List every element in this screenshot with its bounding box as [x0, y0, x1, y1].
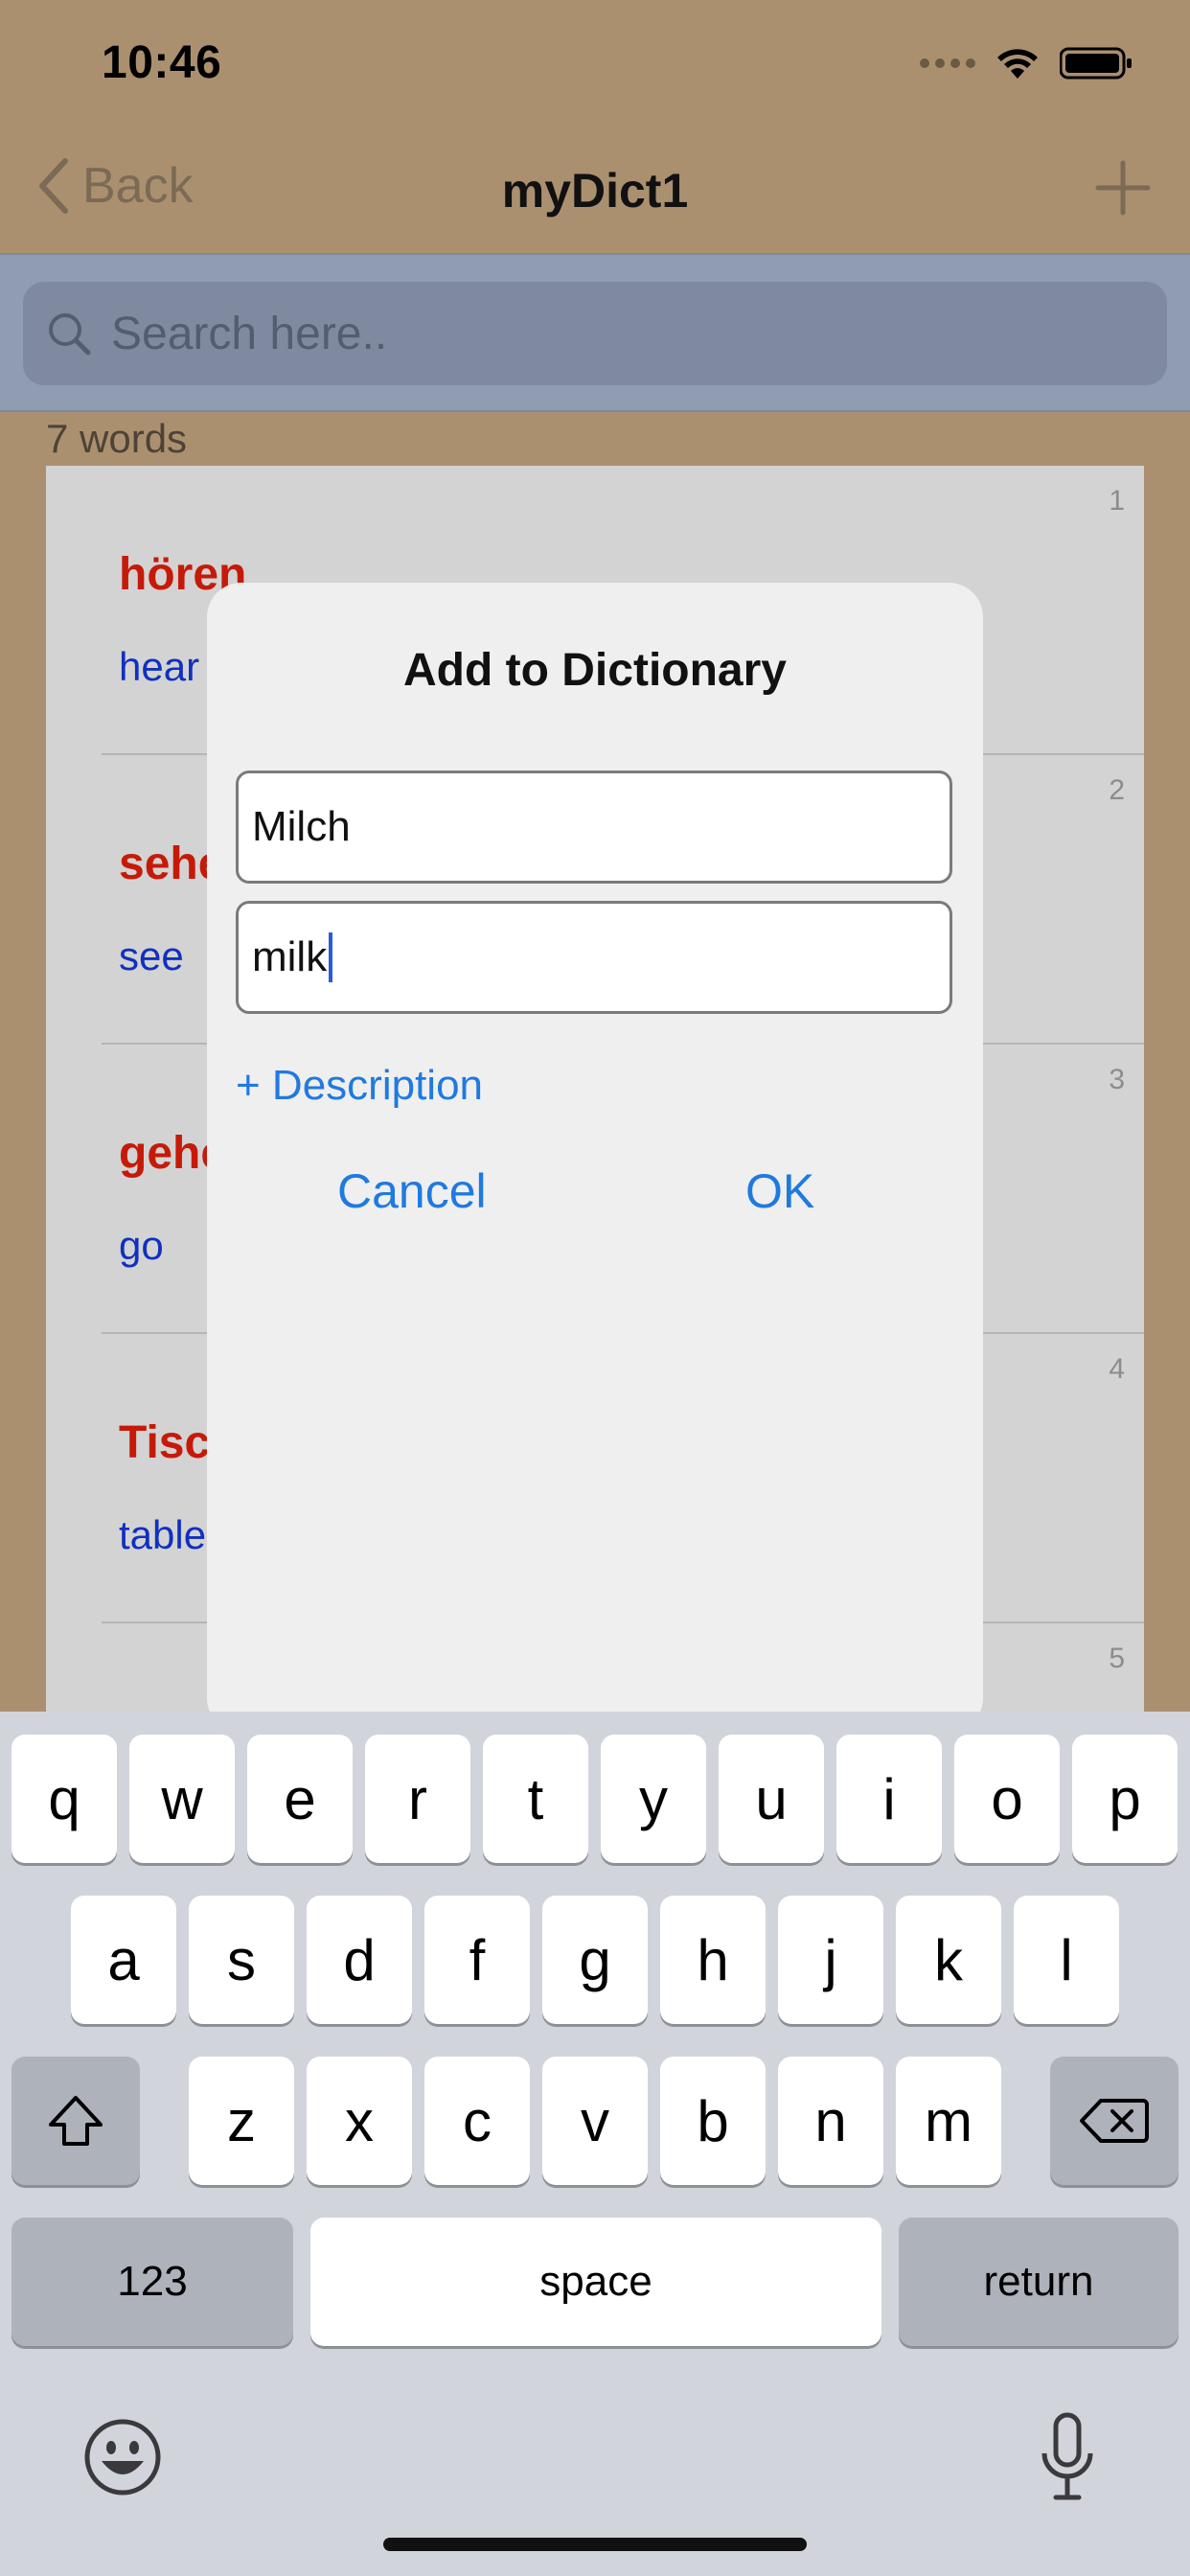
return-key[interactable]: return	[899, 2218, 1179, 2346]
key-n[interactable]: n	[778, 2057, 883, 2185]
translation-text: table	[119, 1512, 207, 1557]
translation-text: hear	[119, 644, 200, 689]
text-cursor	[329, 932, 333, 982]
key-g[interactable]: g	[542, 1896, 648, 2024]
cellular-signal-icon	[920, 58, 975, 68]
search-bar-container: Search here..	[0, 253, 1190, 412]
row-number: 2	[1109, 774, 1125, 806]
key-l[interactable]: l	[1014, 1896, 1119, 2024]
word-input[interactable]: Milch	[236, 770, 952, 884]
add-word-button[interactable]	[1094, 159, 1152, 217]
key-i[interactable]: i	[836, 1735, 942, 1863]
keyboard: q w e r t y u i o p a s d f g h j k l z …	[0, 1712, 1190, 2576]
key-j[interactable]: j	[778, 1896, 883, 2024]
add-to-dictionary-dialog: Add to Dictionary Milch milk + Descripti…	[207, 583, 983, 1733]
key-e[interactable]: e	[247, 1735, 353, 1863]
cancel-button[interactable]: Cancel	[337, 1163, 487, 1219]
status-bar: 10:46	[0, 0, 1190, 134]
key-t[interactable]: t	[483, 1735, 588, 1863]
navigation-bar: Back myDict1	[0, 134, 1190, 253]
key-f[interactable]: f	[424, 1896, 530, 2024]
key-a[interactable]: a	[71, 1896, 176, 2024]
add-description-link[interactable]: + Description	[236, 1062, 483, 1110]
key-x[interactable]: x	[307, 2057, 412, 2185]
key-u[interactable]: u	[719, 1735, 824, 1863]
search-placeholder: Search here..	[111, 308, 388, 359]
dialog-title: Add to Dictionary	[402, 645, 787, 696]
space-key[interactable]: space	[310, 2218, 881, 2346]
key-s[interactable]: s	[189, 1896, 294, 2024]
word-count: 7 words	[46, 416, 188, 461]
key-y[interactable]: y	[601, 1735, 706, 1863]
wifi-icon	[997, 49, 1038, 79]
key-m[interactable]: m	[896, 2057, 1001, 2185]
key-z[interactable]: z	[189, 2057, 294, 2185]
key-w[interactable]: w	[129, 1735, 235, 1863]
delete-key[interactable]	[1050, 2057, 1179, 2185]
row-number: 3	[1109, 1064, 1125, 1095]
key-q[interactable]: q	[11, 1735, 117, 1863]
key-o[interactable]: o	[954, 1735, 1060, 1863]
search-input[interactable]: Search here..	[23, 282, 1167, 385]
backspace-icon	[1080, 2099, 1149, 2143]
key-c[interactable]: c	[424, 2057, 530, 2185]
word-input-value: Milch	[252, 803, 351, 850]
page-title: myDict1	[501, 164, 689, 218]
numbers-key[interactable]: 123	[11, 2218, 293, 2346]
key-h[interactable]: h	[660, 1896, 766, 2024]
translation-text: see	[119, 933, 184, 978]
status-time: 10:46	[102, 37, 222, 88]
row-number: 1	[1109, 485, 1125, 517]
key-p[interactable]: p	[1072, 1735, 1178, 1863]
emoji-icon[interactable]	[82, 2417, 163, 2497]
key-v[interactable]: v	[542, 2057, 648, 2185]
translation-text: go	[119, 1223, 164, 1268]
key-r[interactable]: r	[365, 1735, 470, 1863]
key-b[interactable]: b	[660, 2057, 766, 2185]
search-icon	[49, 313, 91, 356]
shift-key[interactable]	[11, 2057, 140, 2185]
translation-input[interactable]: milk	[236, 901, 952, 1014]
row-number: 4	[1109, 1353, 1125, 1385]
microphone-icon[interactable]	[1037, 2411, 1098, 2503]
status-icons	[920, 46, 1133, 80]
home-indicator[interactable]	[383, 2538, 807, 2551]
row-number: 5	[1109, 1643, 1125, 1674]
battery-icon	[1060, 47, 1132, 80]
translation-input-value: milk	[252, 933, 328, 980]
key-d[interactable]: d	[307, 1896, 412, 2024]
ok-button[interactable]: OK	[745, 1163, 814, 1219]
shift-icon	[49, 2096, 103, 2146]
key-k[interactable]: k	[896, 1896, 1001, 2024]
